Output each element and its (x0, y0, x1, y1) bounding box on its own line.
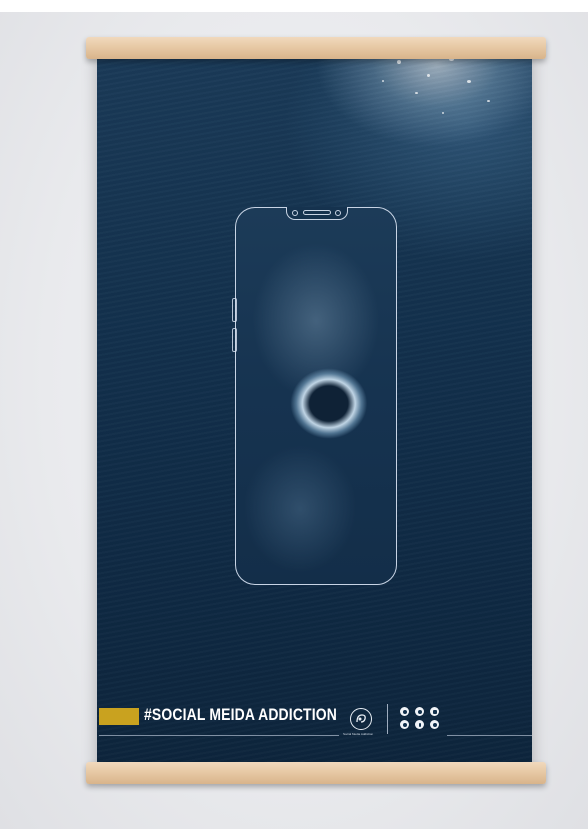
sparkle (382, 80, 384, 82)
camera-icon (292, 210, 298, 216)
instagram-icon (400, 707, 409, 716)
gold-accent-bar (99, 708, 139, 725)
poster: #SOCIAL MEIDA ADDICTION Social Media Add… (97, 50, 532, 768)
whatsapp-icon (415, 707, 424, 716)
phone-outline-illustration (232, 207, 397, 585)
footer-divider (387, 704, 388, 734)
instagram-alt-icon (430, 720, 439, 729)
top-wooden-hanger (86, 37, 546, 59)
speaker-icon (303, 210, 331, 215)
youtube-icon (430, 707, 439, 716)
sparkle (397, 60, 401, 64)
logo-icon (350, 708, 372, 730)
hashtag-title: #SOCIAL MEIDA ADDICTION (144, 705, 338, 724)
volume-button (232, 328, 237, 352)
sparkle (487, 100, 490, 102)
poster-footer: #SOCIAL MEIDA ADDICTION Social Media Add… (97, 704, 532, 744)
sparkle (442, 112, 444, 114)
sensor-icon (335, 210, 341, 216)
phone-notch (286, 207, 348, 220)
sparkle (415, 92, 418, 94)
twitter-icon (400, 720, 409, 729)
footer-underline-left (99, 735, 339, 736)
facebook-icon (415, 720, 424, 729)
bottom-wooden-hanger (86, 762, 546, 784)
top-cropped-area (0, 0, 588, 12)
sparkle (427, 74, 430, 77)
footer-underline-right (447, 735, 532, 736)
sparkle (467, 80, 471, 83)
volume-button (232, 298, 237, 322)
logo-caption: Social Media Addiction (343, 732, 374, 736)
